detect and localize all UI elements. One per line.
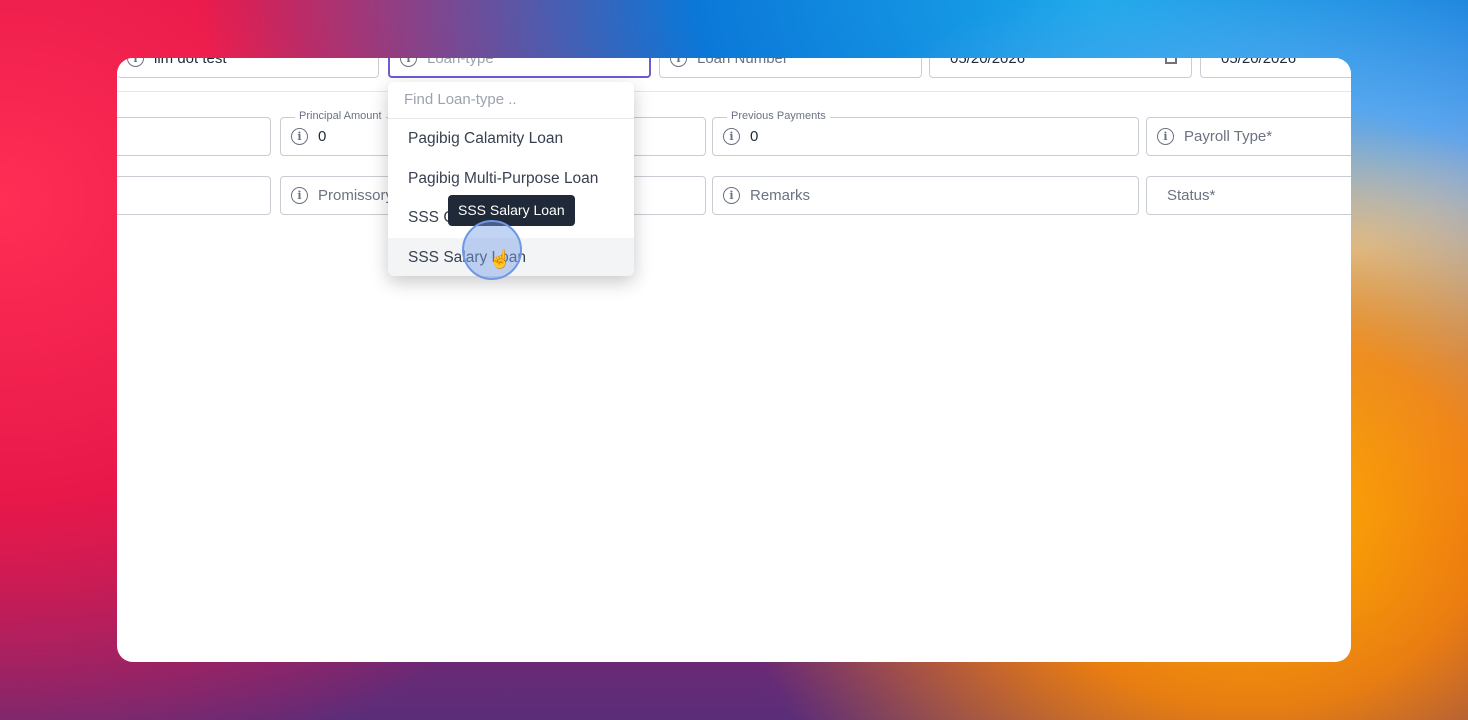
remarks-placeholder: Remarks (750, 187, 811, 204)
hand-cursor-icon: ☝ (489, 249, 512, 269)
option-tooltip: SSS Salary Loan (448, 195, 575, 226)
date-value-1: 05/20/2026 (950, 58, 1026, 67)
promissory-placeholder: Promissory (318, 187, 394, 204)
section-divider (117, 91, 1351, 92)
previous-payments-field[interactable]: Previous Payments i 0 (712, 110, 1139, 156)
calendar-icon[interactable] (1165, 58, 1177, 64)
remarks-field[interactable]: i Remarks (712, 176, 1139, 215)
payroll-type-placeholder: Payroll Type* (1184, 128, 1273, 145)
principal-amount-label: Principal Amount (295, 110, 386, 122)
payroll-type-field[interactable]: i Payroll Type* (1146, 117, 1351, 156)
loan-type-search-input[interactable]: Find Loan-type .. (388, 82, 634, 119)
status-placeholder: Status* (1167, 187, 1216, 204)
loan-type-field[interactable]: i Loan-type (388, 58, 651, 78)
status-field[interactable]: Status* (1146, 176, 1351, 215)
unnamed-field-left-2[interactable] (117, 176, 271, 215)
info-icon: i (291, 187, 308, 204)
unnamed-field-left[interactable] (117, 117, 271, 156)
employee-field[interactable]: i lim dot test (117, 58, 379, 78)
info-icon: i (1157, 128, 1174, 145)
dropdown-option[interactable]: Pagibig Calamity Loan (388, 119, 634, 159)
info-icon: i (127, 58, 144, 67)
loan-type-placeholder: Loan-type (427, 58, 494, 67)
dropdown-option[interactable]: Pagibig Multi-Purpose Loan (388, 159, 634, 199)
previous-payments-label: Previous Payments (727, 110, 830, 122)
info-icon: i (723, 187, 740, 204)
info-icon: i (670, 58, 687, 67)
info-icon: i (723, 128, 740, 145)
loan-number-field[interactable]: i Loan Number (659, 58, 922, 78)
info-icon: i (291, 128, 308, 145)
date-field-1[interactable]: 05/20/2026 (929, 58, 1192, 78)
date-value-2: 05/20/2026 (1221, 58, 1297, 67)
loan-number-placeholder: Loan Number (697, 58, 788, 67)
employee-value: lim dot test (154, 58, 227, 67)
principal-amount-value: 0 (318, 128, 327, 145)
loan-form-window: i lim dot test i Loan-type i Loan Number… (117, 58, 1351, 662)
previous-payments-value: 0 (750, 128, 759, 145)
date-field-2[interactable]: 05/20/2026 (1200, 58, 1351, 78)
info-icon: i (400, 58, 417, 67)
